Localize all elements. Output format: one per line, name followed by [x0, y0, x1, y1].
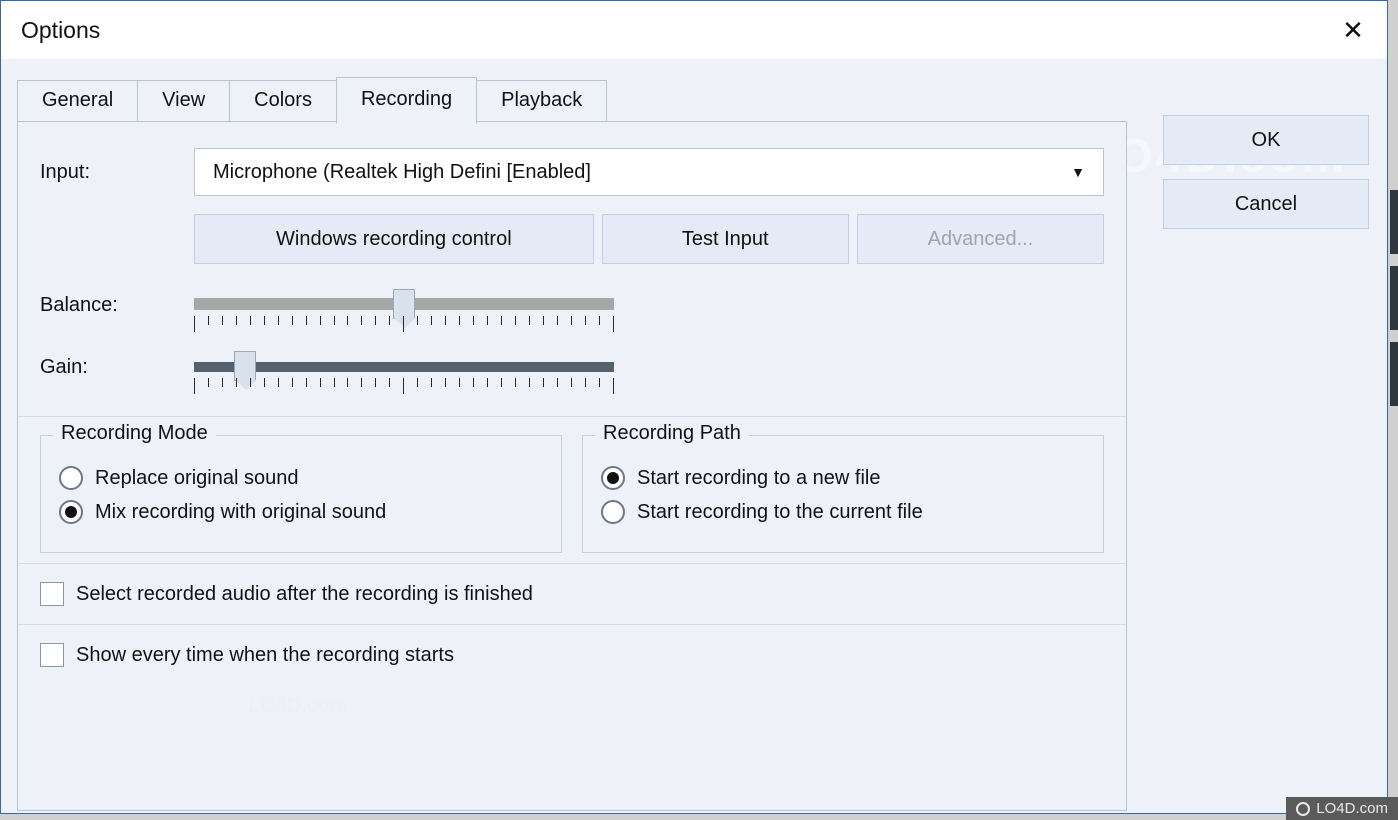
balance-slider[interactable] — [194, 292, 614, 336]
gain-thumb[interactable] — [234, 351, 256, 381]
checkbox-select-after[interactable] — [40, 582, 64, 606]
recording-mode-group: Recording Mode Replace original sound Mi… — [40, 435, 562, 553]
gain-row: Gain: — [40, 354, 1104, 398]
balance-label: Balance: — [40, 292, 194, 317]
radio-current-label: Start recording to the current file — [637, 501, 923, 524]
radio-replace[interactable]: Replace original sound — [59, 466, 543, 490]
divider — [18, 416, 1126, 417]
check-show-every-label: Show every time when the recording start… — [76, 644, 454, 667]
tab-view[interactable]: View — [137, 80, 230, 122]
dialog-buttons: OK Cancel — [1163, 115, 1369, 229]
chevron-down-icon: ▼ — [1071, 164, 1085, 180]
check-show-every[interactable]: Show every time when the recording start… — [40, 637, 1104, 673]
divider — [18, 563, 1126, 564]
radio-replace-label: Replace original sound — [95, 467, 298, 490]
tab-general[interactable]: General — [17, 80, 138, 122]
recording-path-legend: Recording Path — [595, 422, 749, 445]
recording-path-group: Recording Path Start recording to a new … — [582, 435, 1104, 553]
input-row: Input: Microphone (Realtek High Defini [… — [40, 148, 1104, 196]
radio-mix-label: Mix recording with original sound — [95, 501, 386, 524]
radio-current[interactable]: Start recording to the current file — [601, 500, 1085, 524]
windows-recording-control-button[interactable]: Windows recording control — [194, 214, 594, 264]
recording-mode-legend: Recording Mode — [53, 422, 216, 445]
check-select-after-label: Select recorded audio after the recordin… — [76, 583, 533, 606]
checkbox-show-every[interactable] — [40, 643, 64, 667]
input-selected-value: Microphone (Realtek High Defini [Enabled… — [213, 161, 591, 184]
titlebar: Options ✕ — [1, 1, 1387, 59]
tab-recording[interactable]: Recording — [336, 77, 477, 124]
window-title: Options — [15, 17, 100, 44]
divider — [18, 624, 1126, 625]
tab-recording-content: Input: Microphone (Realtek High Defini [… — [17, 121, 1127, 811]
radio-newfile-label: Start recording to a new file — [637, 467, 880, 490]
input-select[interactable]: Microphone (Realtek High Defini [Enabled… — [194, 148, 1104, 196]
input-buttons-row: Windows recording control Test Input Adv… — [194, 214, 1104, 264]
badge-icon — [1296, 802, 1310, 816]
gain-label: Gain: — [40, 354, 194, 379]
tab-colors[interactable]: Colors — [229, 80, 337, 122]
options-dialog: Options ✕ LO4D.com General View Colors R… — [0, 0, 1388, 814]
radio-newfile[interactable]: Start recording to a new file — [601, 466, 1085, 490]
badge-text: LO4D.com — [1316, 800, 1388, 817]
balance-row: Balance: — [40, 292, 1104, 336]
groups: Recording Mode Replace original sound Mi… — [40, 435, 1104, 553]
watermark-text-small: LO4D.com — [248, 695, 348, 718]
background-strip — [1390, 190, 1398, 418]
source-badge: LO4D.com — [1286, 797, 1398, 820]
check-select-after[interactable]: Select recorded audio after the recordin… — [40, 576, 1104, 612]
cancel-button[interactable]: Cancel — [1163, 179, 1369, 229]
advanced-button: Advanced... — [857, 214, 1104, 264]
close-icon[interactable]: ✕ — [1333, 10, 1373, 50]
ok-button[interactable]: OK — [1163, 115, 1369, 165]
gain-slider[interactable] — [194, 354, 614, 398]
balance-thumb[interactable] — [393, 289, 415, 319]
client-area: LO4D.com General View Colors Recording P… — [1, 59, 1387, 813]
radio-mix[interactable]: Mix recording with original sound — [59, 500, 543, 524]
test-input-button[interactable]: Test Input — [602, 214, 849, 264]
input-label: Input: — [40, 161, 184, 184]
tab-playback[interactable]: Playback — [476, 80, 607, 122]
